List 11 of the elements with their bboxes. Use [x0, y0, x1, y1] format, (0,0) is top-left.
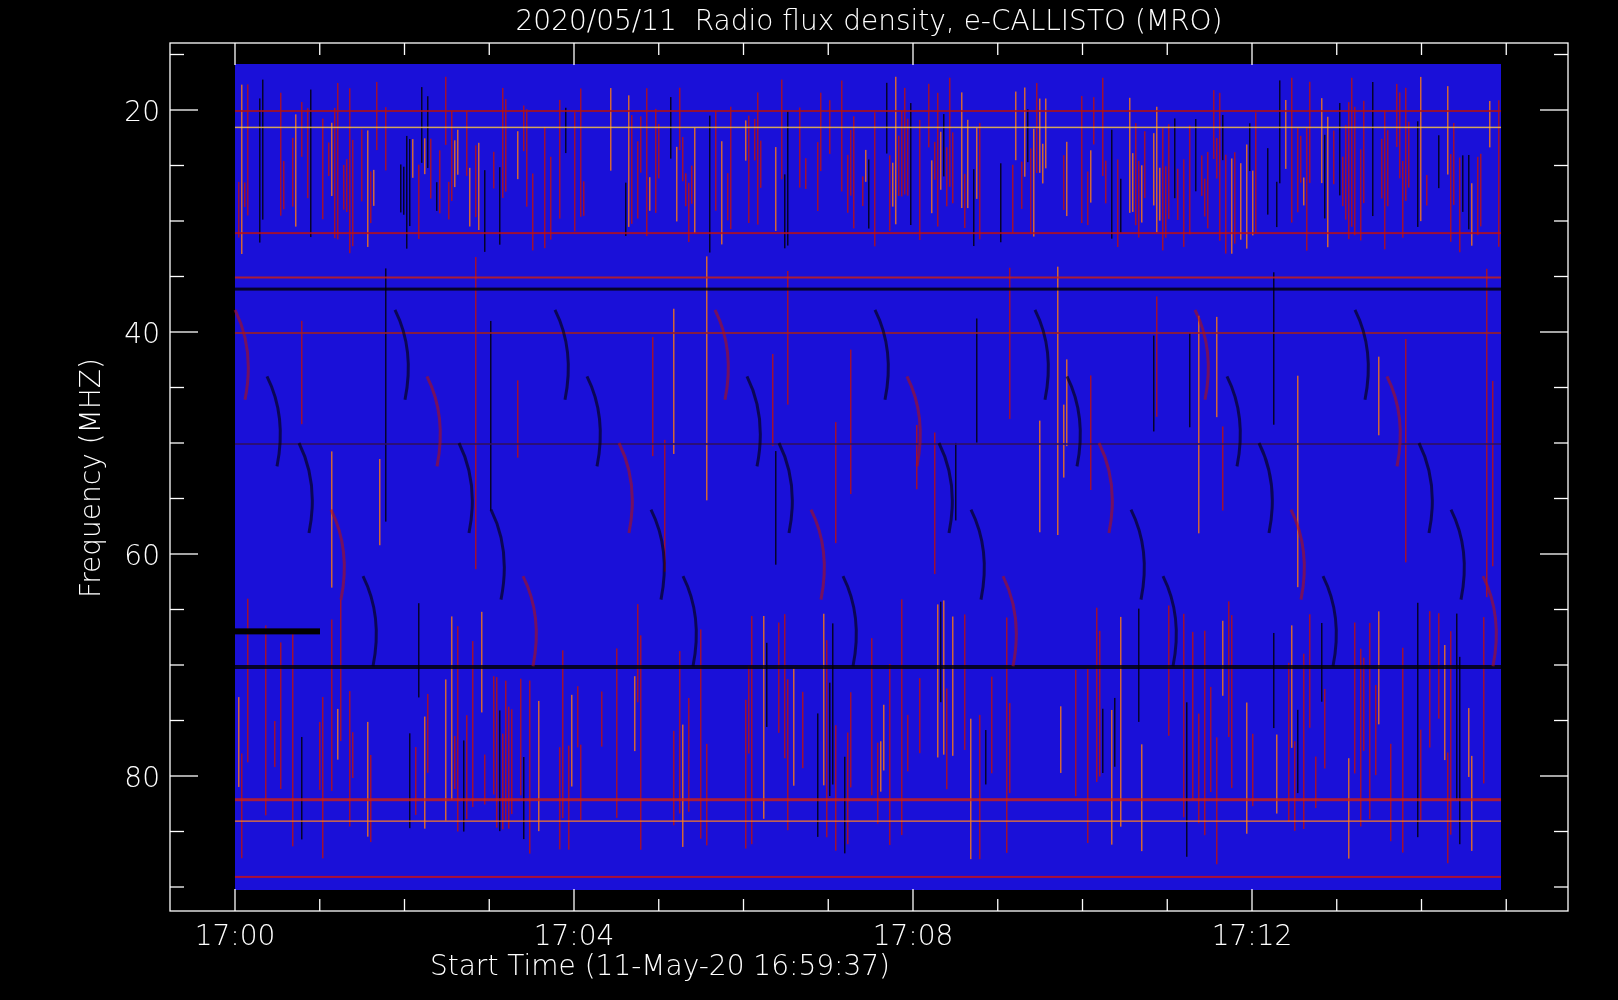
tick-label: 17:00	[194, 919, 276, 952]
tick-label: 80	[124, 761, 160, 794]
tick-label: 60	[124, 539, 160, 572]
chart-title: 2020/05/11 Radio flux density, e-CALLISTO (MRO)	[515, 4, 1223, 37]
axis-title: Frequency (MHZ)	[74, 358, 107, 598]
tick-label: 40	[124, 317, 160, 350]
tick-label: 17:12	[1211, 919, 1293, 952]
tick-label: 17:04	[533, 919, 615, 952]
tick-label: 20	[124, 95, 160, 128]
tick-label: 17:08	[872, 919, 954, 952]
axis-title: Start Time (11-May-20 16:59:37)	[429, 949, 891, 982]
